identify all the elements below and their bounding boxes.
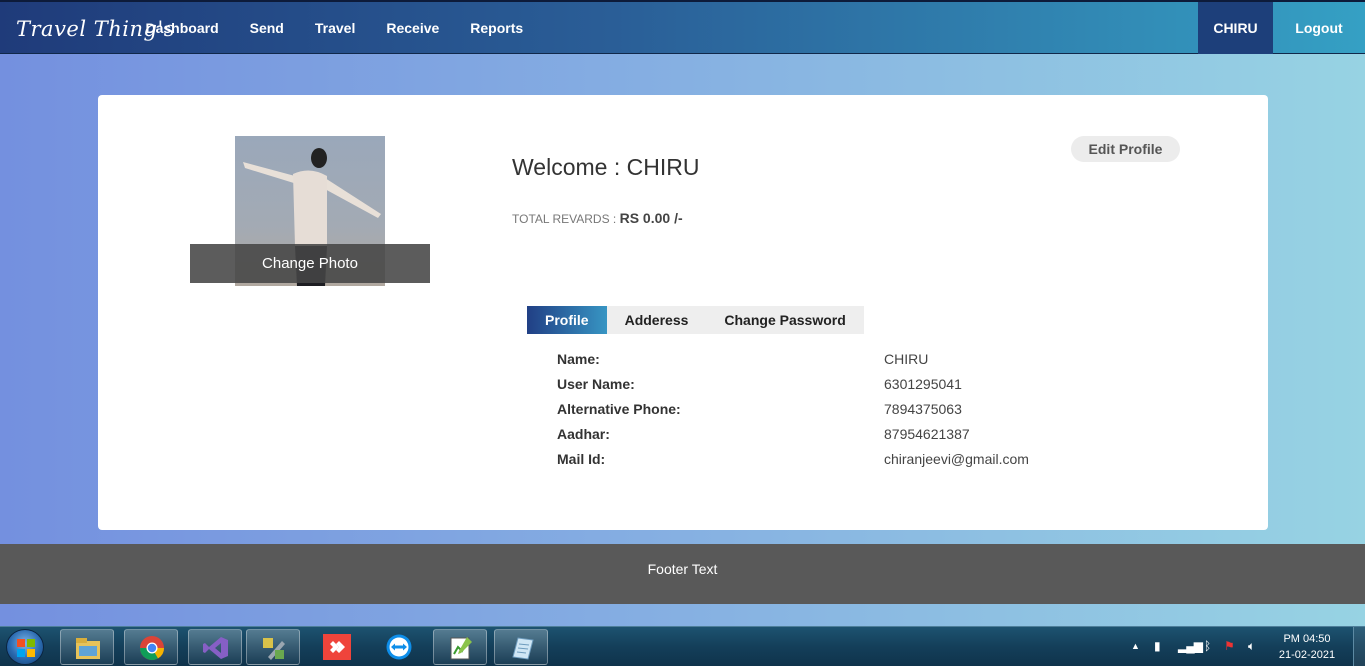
taskbar-anydesk[interactable] bbox=[310, 629, 364, 665]
detail-value: CHIRU bbox=[884, 351, 929, 367]
profile-details: Name: CHIRU User Name: 6301295041 Altern… bbox=[557, 351, 1117, 476]
os-taskbar: ▲ ▮ ▂▄▆ ᛒ ⚑ 🔈︎ PM 04:50 21-02-2021 bbox=[0, 626, 1365, 666]
bluetooth-icon[interactable]: ᛒ bbox=[1204, 639, 1211, 653]
notes-icon bbox=[512, 637, 534, 660]
detail-label: Alternative Phone: bbox=[557, 401, 681, 417]
show-desktop-button[interactable] bbox=[1353, 627, 1365, 666]
rewards-value: RS 0.00 /- bbox=[619, 210, 683, 226]
nav-user-name[interactable]: CHIRU bbox=[1198, 2, 1273, 54]
edit-profile-button[interactable]: Edit Profile bbox=[1071, 136, 1180, 162]
welcome-heading: Welcome : CHIRU bbox=[512, 154, 700, 180]
clock-date: 21-02-2021 bbox=[1278, 649, 1336, 661]
detail-row-alt-phone: Alternative Phone: 7894375063 bbox=[557, 401, 1117, 426]
nav-reports[interactable]: Reports bbox=[455, 2, 539, 54]
logout-link[interactable]: Logout bbox=[1273, 2, 1365, 54]
nav-travel[interactable]: Travel bbox=[299, 2, 370, 54]
taskbar-notes[interactable] bbox=[494, 629, 548, 665]
detail-row-aadhar: Aadhar: 87954621387 bbox=[557, 426, 1117, 451]
detail-value: chiranjeevi@gmail.com bbox=[884, 451, 1029, 467]
rewards-label: TOTAL REVARDS : bbox=[512, 212, 617, 226]
battery-icon[interactable]: ▮ bbox=[1154, 639, 1161, 653]
action-center-icon[interactable]: ⚑ bbox=[1224, 639, 1235, 653]
tools-icon bbox=[263, 638, 285, 660]
taskbar-chrome[interactable] bbox=[124, 629, 178, 665]
detail-row-name: Name: CHIRU bbox=[557, 351, 1117, 376]
page-footer: Footer Text bbox=[0, 544, 1365, 604]
profile-tabs: Profile Adderess Change Password bbox=[527, 306, 864, 334]
change-photo-button[interactable]: Change Photo bbox=[190, 244, 430, 283]
detail-label: Mail Id: bbox=[557, 451, 606, 467]
volume-icon[interactable]: 🔈︎ bbox=[1248, 639, 1255, 654]
chrome-icon bbox=[140, 636, 164, 661]
taskbar-teamviewer[interactable] bbox=[372, 629, 426, 665]
nav-receive[interactable]: Receive bbox=[371, 2, 455, 54]
taskbar-clock[interactable]: PM 04:50 21-02-2021 bbox=[1272, 631, 1342, 663]
taskbar-tools[interactable] bbox=[246, 629, 300, 665]
taskbar-file-explorer[interactable] bbox=[60, 629, 114, 665]
detail-value: 87954621387 bbox=[884, 426, 970, 442]
detail-row-mail: Mail Id: chiranjeevi@gmail.com bbox=[557, 451, 1117, 476]
anydesk-icon bbox=[323, 634, 351, 660]
teamviewer-icon bbox=[386, 634, 412, 660]
detail-label: User Name: bbox=[557, 376, 635, 392]
detail-row-username: User Name: 6301295041 bbox=[557, 376, 1117, 401]
windows-flag-icon bbox=[17, 639, 35, 657]
detail-value: 6301295041 bbox=[884, 376, 962, 392]
taskbar-visual-studio[interactable] bbox=[188, 629, 242, 665]
system-tray: ▲ ▮ ▂▄▆ ᛒ ⚑ 🔈︎ bbox=[1128, 627, 1278, 666]
tab-change-password[interactable]: Change Password bbox=[706, 306, 863, 334]
nav-dashboard[interactable]: Dashboard bbox=[130, 2, 234, 54]
show-hidden-icons-icon[interactable]: ▲ bbox=[1131, 641, 1140, 651]
nav-links: Dashboard Send Travel Receive Reports bbox=[130, 2, 539, 54]
total-rewards: TOTAL REVARDS : RS 0.00 /- bbox=[512, 210, 683, 226]
nav-send[interactable]: Send bbox=[234, 2, 299, 54]
clock-time: PM 04:50 bbox=[1283, 633, 1331, 645]
network-signal-icon[interactable]: ▂▄▆ bbox=[1178, 639, 1203, 653]
top-navbar: Travel Thing's Dashboard Send Travel Rec… bbox=[0, 0, 1365, 54]
visual-studio-icon bbox=[203, 637, 228, 659]
footer-text: Footer Text bbox=[647, 561, 718, 577]
taskbar-notepad-plus[interactable] bbox=[433, 629, 487, 665]
notepad-plus-icon bbox=[450, 637, 472, 660]
start-button[interactable] bbox=[6, 629, 44, 665]
tab-profile[interactable]: Profile bbox=[527, 306, 607, 334]
tab-address[interactable]: Adderess bbox=[607, 306, 707, 334]
detail-value: 7894375063 bbox=[884, 401, 962, 417]
detail-label: Aadhar: bbox=[557, 426, 610, 442]
detail-label: Name: bbox=[557, 351, 600, 367]
profile-card: Change Photo Welcome : CHIRU TOTAL REVAR… bbox=[98, 95, 1268, 530]
file-explorer-icon bbox=[76, 638, 100, 659]
